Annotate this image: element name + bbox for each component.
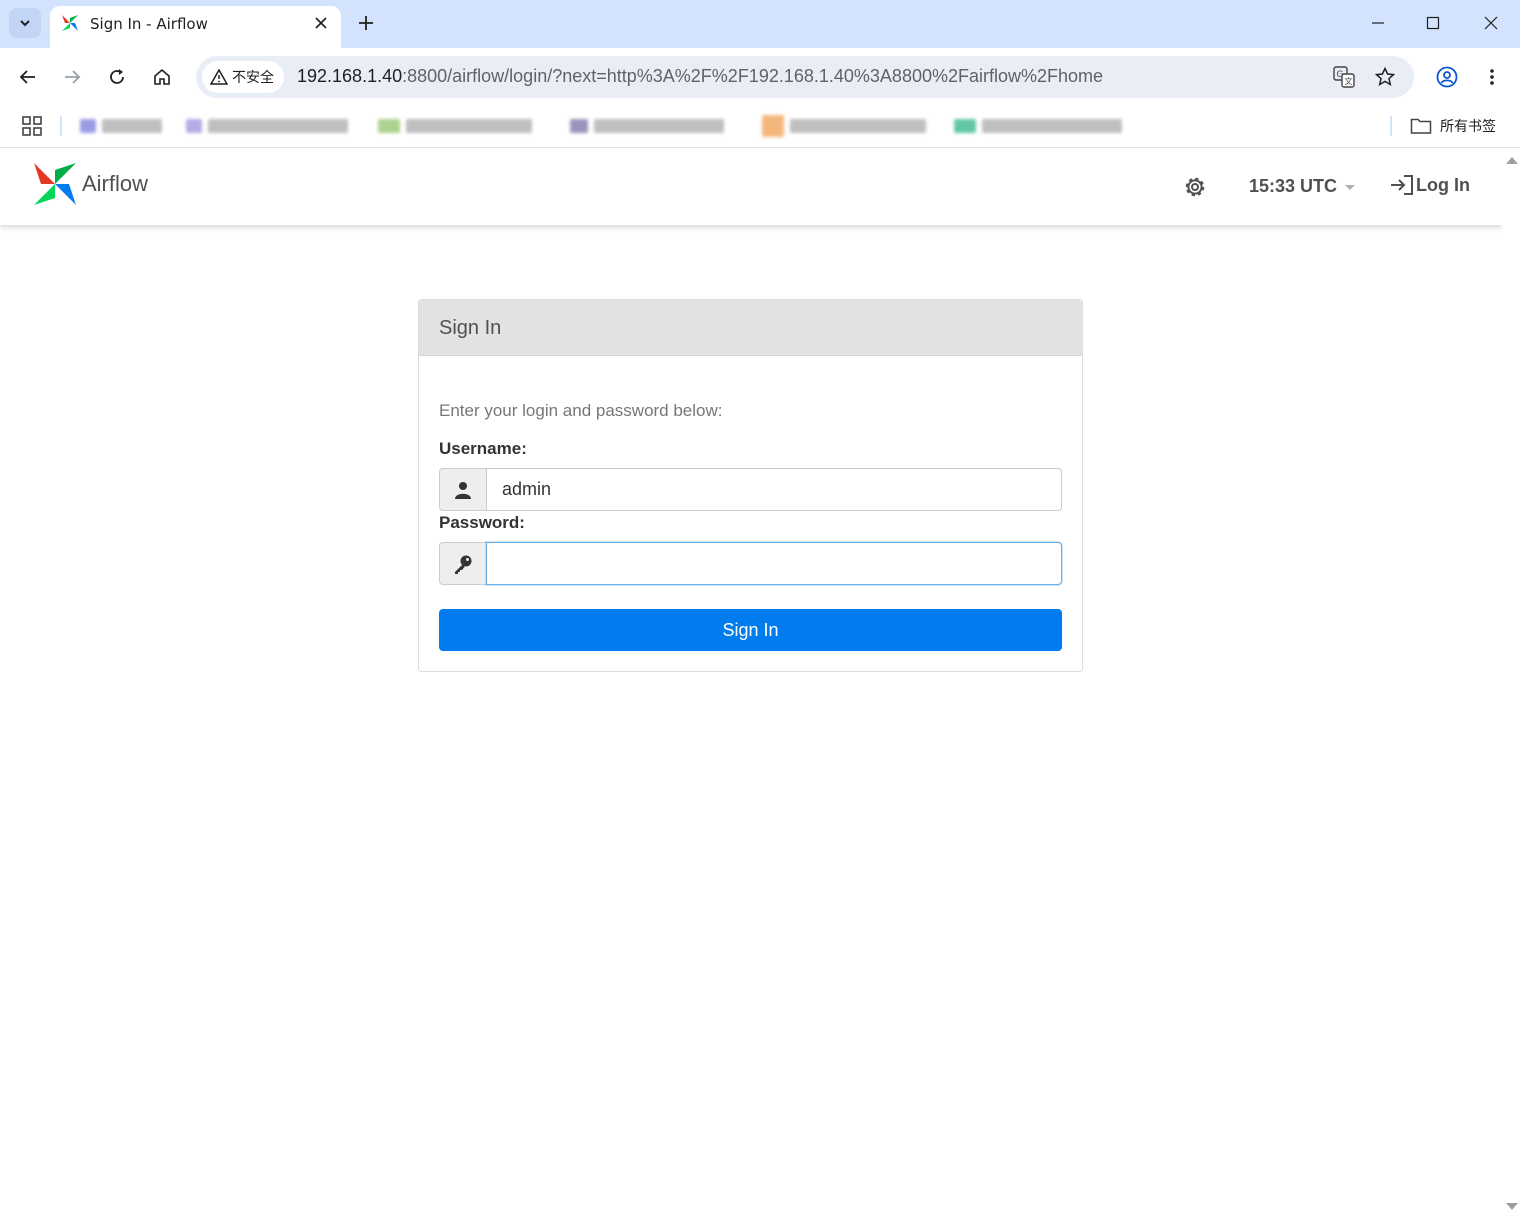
browser-tab-active[interactable]: Sign In - Airflow xyxy=(50,6,341,48)
translate-icon: G文 xyxy=(1333,66,1355,88)
bookmark-item[interactable] xyxy=(80,114,162,138)
reload-icon xyxy=(110,69,124,84)
airflow-logo-icon xyxy=(34,163,76,205)
close-icon xyxy=(315,17,327,29)
close-icon xyxy=(1484,16,1498,30)
all-bookmarks-label: 所有书签 xyxy=(1440,119,1496,135)
plus-icon xyxy=(359,16,373,30)
url-text[interactable]: 192.168.1.40:8800/airflow/login/?next=ht… xyxy=(297,66,1103,87)
browser-menu-button[interactable] xyxy=(1476,61,1508,93)
tab-strip: Sign In - Airflow xyxy=(0,0,1520,48)
panel-heading: Sign In xyxy=(419,300,1082,356)
home-icon xyxy=(154,68,170,85)
signin-hint: Enter your login and password below: xyxy=(439,401,723,420)
more-vert-icon xyxy=(1490,69,1494,85)
password-input-group xyxy=(439,542,1062,585)
svg-text:文: 文 xyxy=(1345,76,1353,86)
password-label: Password: xyxy=(439,513,525,532)
address-bar[interactable]: 不安全 192.168.1.40:8800/airflow/login/?nex… xyxy=(196,56,1414,98)
username-label: Username: xyxy=(439,439,527,458)
bookmark-item[interactable] xyxy=(762,114,926,138)
key-icon xyxy=(455,555,472,574)
forward-button[interactable] xyxy=(56,61,88,93)
tab-search-button[interactable] xyxy=(9,8,41,38)
page-viewport: Airflow 15:33 UTC Log In Sign In Enter y… xyxy=(0,149,1520,1218)
username-input-group: admin xyxy=(439,468,1062,511)
login-label: Log In xyxy=(1416,174,1470,195)
warning-icon xyxy=(210,69,228,85)
bookmark-item[interactable] xyxy=(570,114,724,138)
browser-toolbar: 不安全 192.168.1.40:8800/airflow/login/?nex… xyxy=(0,48,1520,104)
security-chip[interactable]: 不安全 xyxy=(202,61,284,93)
maximize-icon xyxy=(1426,16,1440,30)
bookmarks-separator xyxy=(60,116,62,136)
tab-title: Sign In - Airflow xyxy=(90,15,208,33)
url-path: :8800/airflow/login/?next=http%3A%2F%2F1… xyxy=(402,66,1104,86)
bookmark-item[interactable] xyxy=(378,114,532,138)
bookmark-star-button[interactable] xyxy=(1372,64,1398,90)
username-input[interactable]: admin xyxy=(486,468,1062,511)
new-tab-button[interactable] xyxy=(352,9,380,37)
password-addon xyxy=(439,542,486,585)
all-bookmarks-folder[interactable]: 所有书签 xyxy=(1410,114,1496,138)
signin-button[interactable]: Sign In xyxy=(439,609,1062,651)
translate-button[interactable]: G文 xyxy=(1331,64,1357,90)
bookmark-item[interactable] xyxy=(954,114,1122,138)
airflow-brand[interactable]: Airflow xyxy=(32,161,148,207)
arrow-left-icon xyxy=(19,70,35,84)
signin-panel: Sign In Enter your login and password be… xyxy=(418,299,1083,672)
url-host: 192.168.1.40 xyxy=(297,66,403,86)
maximize-button[interactable] xyxy=(1415,8,1451,38)
back-button[interactable] xyxy=(12,61,44,93)
caret-down-icon xyxy=(1345,185,1356,190)
bookmark-item[interactable] xyxy=(186,114,348,138)
profile-button[interactable] xyxy=(1431,61,1463,93)
home-button[interactable] xyxy=(146,61,178,93)
username-addon xyxy=(439,468,486,511)
scroll-down-arrow-icon[interactable] xyxy=(1506,1203,1518,1210)
chevron-down-icon xyxy=(20,20,30,27)
sign-in-icon xyxy=(1391,175,1413,195)
user-icon xyxy=(455,481,471,499)
minimize-button[interactable] xyxy=(1360,8,1396,38)
account-icon xyxy=(1436,66,1458,88)
apps-grid-icon[interactable] xyxy=(20,114,44,138)
reload-button[interactable] xyxy=(101,61,133,93)
close-window-button[interactable] xyxy=(1473,8,1509,38)
current-time: 15:33 UTC xyxy=(1249,176,1338,196)
airflow-favicon-icon xyxy=(62,15,78,31)
bookmarks-separator xyxy=(1390,116,1392,136)
page-scrollbar[interactable] xyxy=(1502,149,1520,1218)
airflow-navbar: Airflow 15:33 UTC Log In xyxy=(0,149,1502,225)
gear-icon[interactable] xyxy=(1181,173,1209,201)
tab-close-button[interactable] xyxy=(310,12,332,34)
login-link[interactable]: Log In xyxy=(1390,174,1470,196)
security-label: 不安全 xyxy=(232,70,274,86)
bookmarks-bar: 所有书签 xyxy=(0,104,1520,148)
folder-icon xyxy=(1410,118,1432,134)
star-icon xyxy=(1375,67,1395,87)
timezone-dropdown[interactable]: 15:33 UTC xyxy=(1249,176,1356,197)
brand-name: Airflow xyxy=(82,171,149,196)
password-input[interactable] xyxy=(486,542,1062,585)
minimize-icon xyxy=(1372,22,1384,24)
arrow-right-icon xyxy=(65,70,81,84)
scroll-up-arrow-icon[interactable] xyxy=(1506,157,1518,164)
